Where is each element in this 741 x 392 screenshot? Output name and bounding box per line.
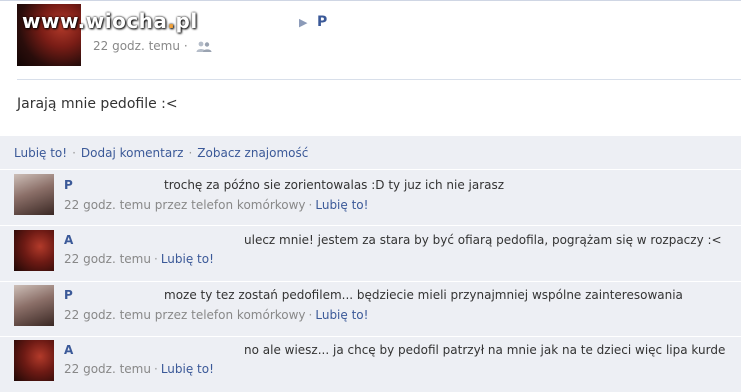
comment-text: trochę za późno sie zorientowalas :D ty …: [164, 178, 505, 192]
comment-meta: 22 godz. temu · Lubię to!: [64, 362, 214, 376]
meta-separator: ·: [153, 252, 158, 266]
comment-meta: 22 godz. temu przez telefon komórkowy · Lu…: [64, 308, 368, 322]
people-icon[interactable]: [196, 41, 212, 53]
comment-like-link[interactable]: Lubię to!: [315, 198, 368, 212]
post-timestamp[interactable]: 22 godz. temu ·: [93, 39, 188, 53]
comment-time[interactable]: 22 godz. temu: [64, 362, 151, 376]
post-divider: [17, 79, 741, 80]
comment-time[interactable]: 22 godz. temu przez telefon komórkowy: [64, 308, 306, 322]
status-text: Jarają mnie pedofile :<: [17, 96, 178, 112]
comment-like-link[interactable]: Lubię to!: [161, 252, 214, 266]
comment-author[interactable]: P: [64, 288, 73, 302]
comment-text: moze ty tez zostań pedofilem... będzieci…: [164, 288, 683, 302]
commenter-avatar[interactable]: [14, 174, 54, 215]
watermark-logo: www.wiocha.pl: [22, 9, 198, 33]
comment-meta: 22 godz. temu · Lubię to!: [64, 252, 214, 266]
comment-time[interactable]: 22 godz. temu: [64, 252, 151, 266]
see-friendship-link[interactable]: Zobacz znajomość: [197, 146, 308, 160]
comment-text: ulecz mnie! jestem za stara by być ofiar…: [244, 233, 722, 247]
triangle-right-icon: ▶: [299, 16, 308, 29]
add-comment-link[interactable]: Dodaj komentarz: [81, 146, 184, 160]
action-separator: ·: [72, 146, 76, 160]
commenter-avatar[interactable]: [14, 285, 54, 326]
comment-author[interactable]: A: [64, 343, 73, 357]
comment-like-link[interactable]: Lubię to!: [315, 308, 368, 322]
comment-author[interactable]: A: [64, 233, 73, 247]
commenter-avatar[interactable]: [14, 340, 54, 381]
meta-separator: ·: [308, 308, 313, 322]
action-separator: ·: [188, 146, 193, 160]
post-actions: Lubię to! · Dodaj komentarz · Zobacz znajomo…: [14, 146, 308, 160]
meta-separator: ·: [308, 198, 313, 212]
comment-meta: 22 godz. temu przez telefon komórkowy · Lu…: [64, 198, 368, 212]
commenter-avatar[interactable]: [14, 230, 54, 271]
post-recipient-name[interactable]: P: [317, 14, 327, 30]
meta-separator: ·: [153, 362, 158, 376]
comment-like-link[interactable]: Lubię to!: [161, 362, 214, 376]
meta-separator: ·: [183, 39, 188, 53]
comment-author[interactable]: P: [64, 178, 73, 192]
comment-time[interactable]: 22 godz. temu przez telefon komórkowy: [64, 198, 306, 212]
top-border: [0, 0, 741, 1]
post-time[interactable]: 22 godz. temu: [93, 39, 180, 53]
like-link[interactable]: Lubię to!: [14, 146, 67, 160]
comment-text: no ale wiesz... ja chcę by pedofil patrz…: [244, 343, 726, 357]
